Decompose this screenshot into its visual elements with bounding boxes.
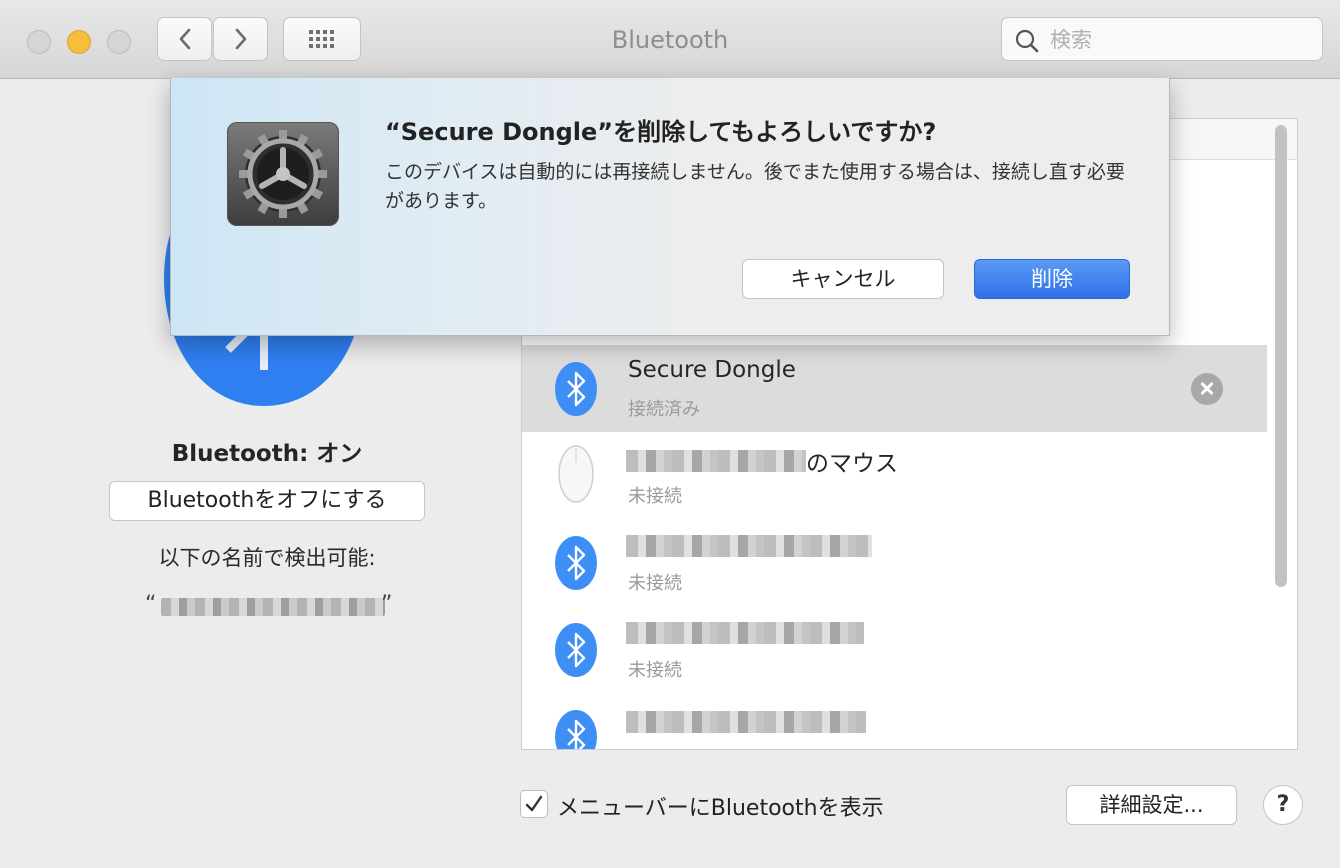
- chevron-left-icon: [179, 28, 190, 50]
- discoverable-name: “ ”: [145, 592, 395, 622]
- device-row[interactable]: 未接続: [522, 606, 1267, 693]
- device-row-secure-dongle[interactable]: Secure Dongle 接続済み: [522, 345, 1267, 432]
- help-button[interactable]: ?: [1263, 785, 1303, 825]
- redacted-device-name: [626, 535, 872, 557]
- bluetooth-icon: [555, 710, 597, 749]
- device-list-scrollbar[interactable]: [1275, 125, 1287, 587]
- show-in-menubar-checkbox[interactable]: [520, 790, 548, 818]
- close-quote: ”: [381, 592, 393, 617]
- redacted-device-name: [626, 711, 866, 733]
- bluetooth-icon: [555, 623, 597, 677]
- device-row[interactable]: [522, 693, 1267, 749]
- device-status: 未接続: [628, 573, 682, 594]
- search-icon: [1015, 29, 1039, 53]
- device-status: 未接続: [628, 660, 682, 681]
- mouse-icon: [558, 445, 594, 503]
- redacted-device-name: [626, 622, 864, 644]
- forward-button[interactable]: [213, 17, 268, 61]
- minimize-window-button[interactable]: [67, 30, 91, 54]
- bluetooth-preferences-window: Bluetooth Bluetooth: オン Bluetoothをオフにする …: [0, 0, 1340, 868]
- device-row[interactable]: 未接続: [522, 519, 1267, 606]
- close-window-button[interactable]: [27, 30, 51, 54]
- device-status: 未接続: [628, 486, 682, 507]
- redacted-computer-name: [161, 598, 385, 616]
- show-in-menubar-label[interactable]: メニューバーにBluetoothを表示: [557, 790, 884, 822]
- device-row-mouse[interactable]: のマウス 未接続: [522, 432, 1267, 519]
- redacted-device-name: [626, 450, 806, 472]
- discoverable-label: 以下の名前で検出可能:: [158, 546, 376, 570]
- device-name-suffix: のマウス: [806, 451, 898, 477]
- search-input[interactable]: [1048, 22, 1312, 58]
- zoom-window-button[interactable]: [107, 30, 131, 54]
- device-name: Secure Dongle: [628, 357, 796, 383]
- cancel-button[interactable]: キャンセル: [742, 259, 944, 299]
- advanced-button[interactable]: 詳細設定...: [1066, 785, 1237, 825]
- search-field[interactable]: [1001, 17, 1323, 61]
- bluetooth-status: Bluetooth: オン: [171, 441, 363, 467]
- back-button[interactable]: [157, 17, 212, 61]
- remove-device-icon[interactable]: [1191, 373, 1223, 405]
- open-quote: “: [145, 592, 157, 617]
- show-all-button[interactable]: [283, 17, 361, 61]
- system-preferences-gear-icon: [227, 122, 339, 226]
- bluetooth-icon: [555, 536, 597, 590]
- device-status: 接続済み: [628, 399, 700, 420]
- remove-device-dialog: “Secure Dongle”を削除してもよろしいですか? このデバイスは自動的…: [170, 78, 1170, 336]
- dialog-title: “Secure Dongle”を削除してもよろしいですか?: [385, 118, 937, 146]
- grid-icon: [309, 30, 334, 48]
- dialog-message: このデバイスは自動的には再接続しません。後でまた使用する場合は、接続し直す必要が…: [385, 161, 1125, 212]
- window-title: Bluetooth: [611, 26, 729, 54]
- window-toolbar: Bluetooth: [0, 0, 1340, 79]
- delete-button[interactable]: 削除: [974, 259, 1130, 299]
- bluetooth-icon: [555, 362, 597, 416]
- checkmark-icon: [525, 795, 543, 812]
- chevron-right-icon: [235, 28, 246, 50]
- bluetooth-off-button[interactable]: Bluetoothをオフにする: [109, 481, 425, 521]
